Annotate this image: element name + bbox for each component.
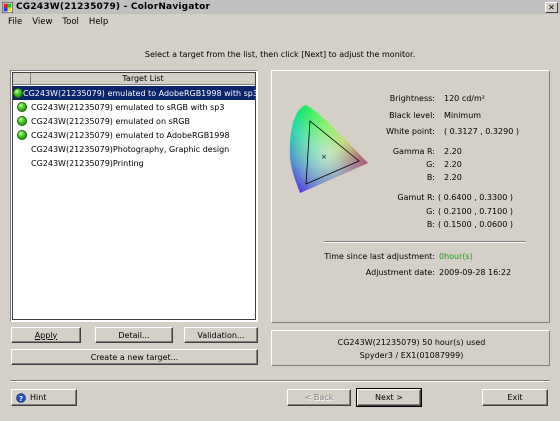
monitor-info-panel: CG243W(21235079) 50 hour(s) used Spyder3… <box>271 330 550 366</box>
chromaticity-diagram: × <box>289 105 368 193</box>
create-button-label: Create a new target... <box>90 352 179 362</box>
black-level-value: Minimum <box>444 111 482 120</box>
gamut-b-label: B: <box>426 220 435 229</box>
adjustment-date-value: 2009-09-28 16:22 <box>439 268 512 277</box>
white-point-label: White point: <box>386 127 435 136</box>
colornavigator-app-icon <box>2 1 13 13</box>
instruction-text: Select a target from the list, then clic… <box>144 50 416 59</box>
target-list-item[interactable]: CG243W(21235079)Photography, Graphic des… <box>13 142 255 156</box>
row-icon-cell <box>13 116 31 126</box>
white-point-value: ( 0.3127 , 0.3290 ) <box>444 127 519 136</box>
target-list-item-label: CG243W(21235079) emulated to sRGB with s… <box>31 102 225 112</box>
menu-tool[interactable]: Tool <box>57 17 84 27</box>
next-button-label: Next > <box>375 393 403 402</box>
bottom-separator <box>10 380 550 382</box>
detail-button[interactable]: Detail... <box>95 327 173 343</box>
header-icon-column[interactable] <box>13 73 31 84</box>
apply-button[interactable]: Apply <box>11 327 81 343</box>
main-window: CG243W(21235079) - ColorNavigator ✕ File… <box>0 0 560 421</box>
target-list-item-label: CG243W(21235079) emulated on sRGB <box>31 116 190 126</box>
status-ok-icon <box>17 130 27 140</box>
gamut-g-value: ( 0.2100 , 0.7100 ) <box>438 207 513 216</box>
header-target-list[interactable]: Target List <box>31 73 255 84</box>
target-list-item[interactable]: CG243W(21235079) emulated to AdobeRGB199… <box>13 128 255 142</box>
row-icon-cell <box>13 130 31 140</box>
create-new-target-button[interactable]: Create a new target... <box>11 349 258 365</box>
next-button[interactable]: Next > <box>356 388 422 407</box>
target-list-item-label: CG243W(21235079) emulated to AdobeRGB199… <box>31 130 230 140</box>
gamma-g-label: G: <box>426 160 435 169</box>
title-bar: CG243W(21235079) - ColorNavigator ✕ <box>0 0 560 14</box>
gamut-r-label: Gamut R: <box>397 193 435 202</box>
svg-text:?: ? <box>19 395 23 403</box>
status-ok-icon <box>17 116 27 126</box>
gamut-g-label: G: <box>426 207 435 216</box>
target-list-item-label: CG243W(21235079)Photography, Graphic des… <box>31 144 230 154</box>
svg-text:×: × <box>321 153 327 161</box>
target-list-item[interactable]: CG243W(21235079) emulated to AdobeRGB199… <box>13 86 258 100</box>
apply-button-label: Apply <box>34 330 58 340</box>
time-since-value: 0hour(s) <box>439 252 473 261</box>
target-list-item[interactable]: CG243W(21235079)Printing <box>13 156 255 170</box>
menu-view[interactable]: View <box>27 17 57 27</box>
window-title: CG243W(21235079) - ColorNavigator <box>16 2 211 12</box>
hint-button[interactable]: ? Hint <box>11 389 77 406</box>
gamma-r-value: 2.20 <box>444 147 462 156</box>
gamma-g-value: 2.20 <box>444 160 462 169</box>
target-list-item[interactable]: CG243W(21235079) emulated to sRGB with s… <box>13 100 255 114</box>
row-icon-cell <box>13 88 23 98</box>
question-icon: ? <box>16 392 26 403</box>
close-button[interactable]: ✕ <box>545 1 558 13</box>
row-icon-cell <box>13 102 31 112</box>
menu-bar: File View Tool Help <box>0 14 560 29</box>
menu-help[interactable]: Help <box>84 17 113 27</box>
info-separator <box>324 241 526 243</box>
adjustment-date-label: Adjustment date: <box>365 268 435 277</box>
target-list-header: Target List <box>13 73 255 85</box>
back-button[interactable]: < Back <box>287 389 351 406</box>
monitor-usage: CG243W(21235079) 50 hour(s) used <box>337 338 486 347</box>
gamut-r-value: ( 0.6400 , 0.3300 ) <box>438 193 513 202</box>
target-list-inner: Target List CG243W(21235079) emulated to… <box>12 72 258 320</box>
back-button-label: < Back <box>304 393 334 402</box>
gamma-b-label: B: <box>426 173 435 182</box>
target-list[interactable]: Target List CG243W(21235079) emulated to… <box>10 70 258 322</box>
target-list-item[interactable]: CG243W(21235079) emulated on sRGB <box>13 114 255 128</box>
sensor-info: Spyder3 / EX1(01087999) <box>359 351 464 360</box>
target-list-item-label: CG243W(21235079)Printing <box>31 158 144 168</box>
menu-file[interactable]: File <box>0 17 27 27</box>
exit-button-label: Exit <box>507 393 523 402</box>
detail-button-label: Detail... <box>118 330 150 340</box>
status-ok-icon <box>13 88 23 98</box>
exit-button[interactable]: Exit <box>482 389 548 406</box>
target-list-item-label: CG243W(21235079) emulated to AdobeRGB199… <box>23 88 258 98</box>
black-level-label: Black level: <box>389 111 435 120</box>
status-ok-icon <box>17 102 27 112</box>
target-info-panel: × Brightness: 120 cd/m² Black level: Min… <box>271 70 550 323</box>
validation-button[interactable]: Validation... <box>184 327 258 343</box>
gamma-b-value: 2.20 <box>444 173 462 182</box>
close-icon: ✕ <box>548 2 555 12</box>
hint-button-label: Hint <box>30 393 47 402</box>
time-since-label: Time since last adjustment: <box>324 252 435 261</box>
brightness-label: Brightness: <box>389 94 435 103</box>
gamut-b-value: ( 0.1500 , 0.0600 ) <box>438 220 513 229</box>
brightness-value: 120 cd/m² <box>444 94 485 103</box>
validation-button-label: Validation... <box>197 330 245 340</box>
gamma-r-label: Gamma R: <box>392 147 435 156</box>
